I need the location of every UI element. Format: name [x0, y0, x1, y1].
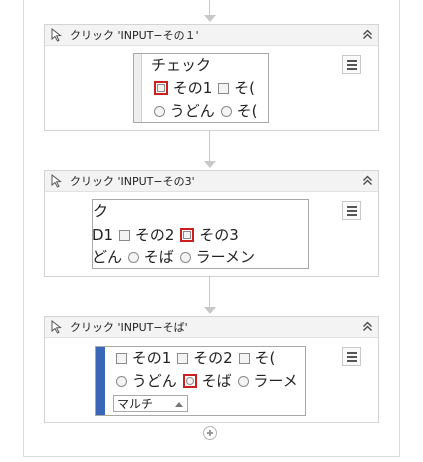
- screenshot-edge: [134, 54, 142, 122]
- checkbox-label: そ(: [254, 349, 276, 367]
- target-screenshot: チェック その1 そ( うどん そ(: [133, 53, 269, 123]
- double-chevron-up-icon[interactable]: [362, 175, 373, 186]
- connector-arrow: [204, 15, 216, 22]
- screenshot-checkbox-row: D1 その2 その3: [92, 225, 239, 245]
- hamburger-menu-icon[interactable]: [342, 201, 361, 220]
- radio-label: そ(: [236, 102, 258, 120]
- caret-up-icon: [175, 402, 183, 407]
- checkbox: [177, 353, 189, 364]
- checkbox: [218, 83, 230, 94]
- double-chevron-up-icon[interactable]: [362, 321, 373, 332]
- cursor-icon: [51, 28, 62, 42]
- radio-button: [154, 106, 165, 117]
- connector-line: [209, 130, 210, 162]
- radio-button: [237, 376, 249, 387]
- connector-line: [209, 0, 210, 16]
- highlighted-checkbox: [180, 228, 195, 242]
- screenshot-select-row: マルチ: [113, 395, 188, 414]
- activity-header[interactable]: クリック 'INPUT−そば': [45, 317, 378, 338]
- checkbox-label: その1: [131, 349, 172, 367]
- highlighted-radio-button: [182, 374, 197, 388]
- radio-label: うどん: [131, 372, 177, 390]
- hamburger-menu-icon[interactable]: [342, 347, 361, 366]
- activity-header[interactable]: クリック 'INPUT−その3': [45, 171, 378, 192]
- activity-click-input-soba[interactable]: クリック 'INPUT−そば' その1 その2 そ( うどん そば ラーメ マル…: [44, 316, 379, 423]
- activity-title: クリック 'INPUT−その１': [70, 29, 199, 42]
- radio-label: そば: [201, 372, 232, 390]
- checkbox-label: その2: [134, 226, 175, 244]
- plus-circle-icon[interactable]: [203, 426, 217, 440]
- activity-title: クリック 'INPUT−その3': [70, 175, 195, 188]
- screenshot-heading: チェック: [151, 56, 212, 74]
- cursor-icon: [51, 320, 62, 334]
- connector-line: [209, 276, 210, 308]
- checkbox-label: その2: [193, 349, 233, 367]
- checkbox: [116, 353, 127, 364]
- screenshot-checkbox-row: その1 その2 そ(: [116, 348, 275, 368]
- highlighted-checkbox: [154, 81, 168, 95]
- cursor-icon: [51, 174, 62, 188]
- screenshot-checkbox-row: その1 そ(: [154, 78, 255, 98]
- radio-button: [220, 106, 232, 117]
- target-screenshot: ク D1 その2 その3 どん そば ラーメン: [92, 199, 309, 269]
- radio-label: そば: [143, 248, 174, 266]
- selection-bar: [96, 347, 105, 415]
- target-screenshot: その1 その2 そ( うどん そば ラーメ マルチ: [95, 346, 306, 416]
- activity-title: クリック 'INPUT−そば': [70, 321, 188, 334]
- connector-arrow: [204, 307, 216, 314]
- radio-button: [128, 252, 140, 263]
- checkbox-label: その3: [199, 226, 239, 244]
- select-value: マルチ: [117, 397, 154, 411]
- radio-button: [179, 252, 191, 263]
- radio-label: どん: [92, 248, 123, 266]
- radio-label: ラーメン: [195, 248, 255, 266]
- checkbox: [238, 353, 250, 364]
- checkbox-label: その1: [172, 79, 213, 97]
- radio-label: ラーメ: [253, 372, 298, 390]
- activity-click-input-3[interactable]: クリック 'INPUT−その3' ク D1 その2 その3 どん そば ラーメン: [44, 170, 379, 277]
- activity-click-input-1[interactable]: クリック 'INPUT−その１' チェック その1 そ( うどん そ(: [44, 24, 379, 131]
- checkbox-label: D1: [92, 226, 114, 244]
- screenshot-radio-row: うどん そ(: [154, 101, 257, 121]
- connector-arrow: [204, 161, 216, 168]
- radio-label: うどん: [169, 102, 215, 120]
- screenshot-radio-row: うどん そば ラーメ: [116, 371, 298, 391]
- screenshot-heading: ク: [93, 202, 109, 220]
- multi-select: マルチ: [113, 395, 188, 412]
- radio-button: [116, 376, 127, 387]
- activity-header[interactable]: クリック 'INPUT−その１': [45, 25, 378, 46]
- hamburger-menu-icon[interactable]: [342, 55, 361, 74]
- checkbox: [119, 230, 131, 241]
- screenshot-radio-row: どん そば ラーメン: [92, 247, 255, 267]
- double-chevron-up-icon[interactable]: [362, 29, 373, 40]
- checkbox-label: そ(: [234, 79, 255, 97]
